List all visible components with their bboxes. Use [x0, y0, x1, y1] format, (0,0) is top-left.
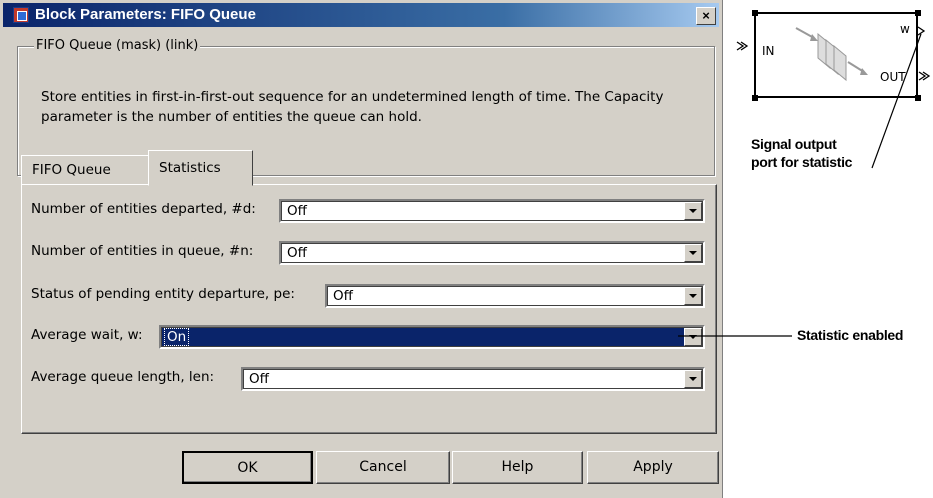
close-button[interactable]: × [696, 7, 716, 25]
selection-handle[interactable] [915, 95, 921, 101]
tab-label: Statistics [159, 160, 221, 176]
statistic-enabled-annotation: Statistic enabled [797, 327, 904, 343]
help-button[interactable]: Help [452, 451, 583, 484]
signal-output-annotation-line2: port for statistic [751, 154, 853, 170]
tab-statistics[interactable]: Statistics [148, 150, 253, 186]
chevron-down-icon[interactable] [684, 202, 702, 220]
block-parameters-dialog: Block Parameters: FIFO Queue × FIFO Queu… [0, 0, 723, 498]
cancel-button[interactable]: Cancel [316, 451, 450, 484]
apply-button[interactable]: Apply [587, 451, 719, 484]
chevron-down-icon[interactable] [684, 370, 702, 388]
in-port-label: IN [762, 44, 775, 58]
tab-join [149, 184, 252, 186]
chevron-down-icon[interactable] [684, 244, 702, 262]
param-label: Status of pending entity departure, pe: [31, 286, 295, 302]
param-label: Number of entities in queue, #n: [31, 243, 254, 259]
in-queue-select[interactable]: Off [279, 241, 705, 265]
tab-fifo-queue[interactable]: FIFO Queue [21, 155, 149, 185]
window-title: Block Parameters: FIFO Queue [35, 6, 256, 23]
average-wait-select[interactable]: On [159, 325, 705, 349]
block-parameters-icon [13, 7, 29, 23]
selection-handle[interactable] [752, 10, 758, 16]
selection-handle[interactable] [915, 10, 921, 16]
chevron-down-icon[interactable] [684, 287, 702, 305]
select-value: Off [249, 371, 269, 387]
chevron-down-icon[interactable] [684, 328, 702, 346]
fifo-queue-block[interactable]: IN OUT w [754, 12, 918, 98]
in-port-arrow-icon [736, 41, 749, 51]
out-port-arrow-icon [918, 71, 931, 81]
title-bar[interactable]: Block Parameters: FIFO Queue × [3, 3, 719, 27]
param-label: Average queue length, len: [31, 369, 215, 385]
param-label: Number of entities departed, #d: [31, 201, 256, 217]
param-label: Average wait, w: [31, 327, 143, 343]
select-value: On [163, 328, 190, 346]
signal-output-annotation-line1: Signal output [751, 136, 837, 152]
select-value: Off [333, 288, 353, 304]
w-port-arrow-icon [917, 26, 926, 36]
select-value: Off [287, 245, 307, 261]
ok-button[interactable]: OK [182, 451, 313, 484]
queue-length-select[interactable]: Off [241, 367, 705, 391]
out-port-label: OUT [880, 70, 906, 84]
block-description: Store entities in first-in-first-out seq… [41, 89, 664, 125]
selection-handle[interactable] [752, 95, 758, 101]
tab-label: FIFO Queue [32, 162, 111, 178]
select-value: Off [287, 203, 307, 219]
group-legend: FIFO Queue (mask) (link) [34, 38, 201, 53]
pending-departure-select[interactable]: Off [325, 284, 705, 308]
departed-select[interactable]: Off [279, 199, 705, 223]
w-port-label: w [900, 22, 910, 36]
